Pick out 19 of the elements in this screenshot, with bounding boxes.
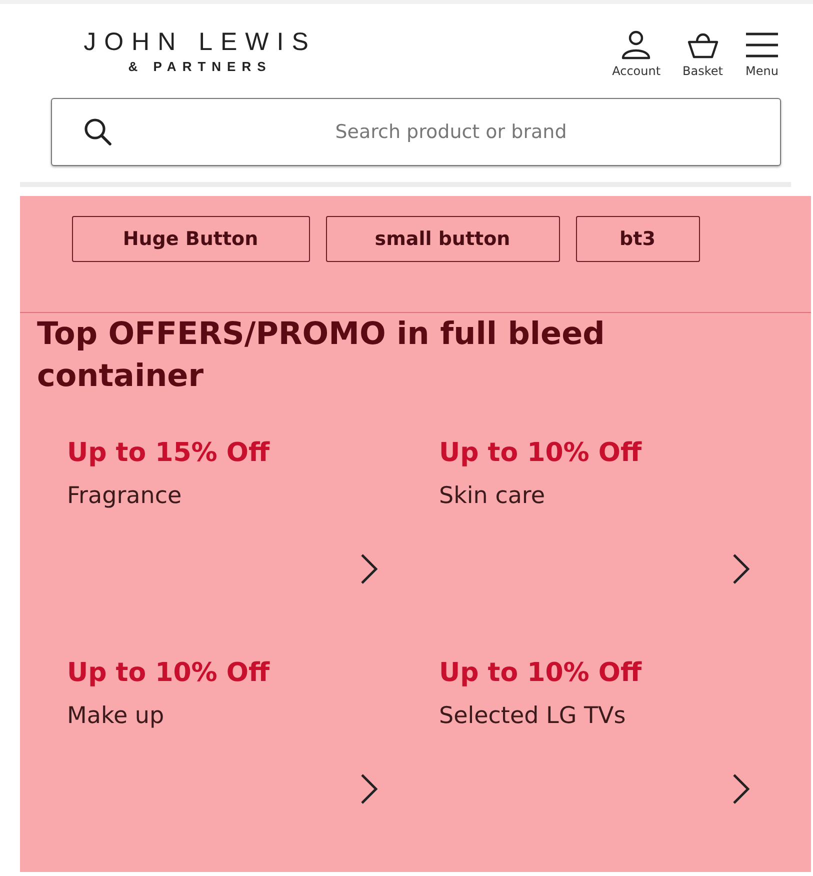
- logo-subtitle: & PARTNERS: [128, 59, 272, 74]
- logo-text[interactable]: JOHN LEWIS: [84, 28, 316, 57]
- menu-button[interactable]: Menu: [745, 30, 779, 78]
- chevron-right-icon[interactable]: [731, 553, 751, 585]
- menu-icon: [745, 30, 779, 60]
- section-heading: Top OFFERS/PROMO in full bleed container: [36, 315, 606, 396]
- chevron-right-icon[interactable]: [359, 773, 379, 805]
- offer-category: Make up: [67, 702, 164, 731]
- outline-button[interactable]: small button: [326, 216, 560, 262]
- offer-category: Skin care: [439, 482, 546, 511]
- offer-category: Fragrance: [67, 482, 182, 511]
- offer-category: Selected LG TVs: [439, 702, 626, 731]
- account-button[interactable]: Account: [612, 30, 661, 78]
- basket-button[interactable]: Basket: [682, 30, 723, 78]
- chevron-right-icon[interactable]: [359, 553, 379, 585]
- chevron-right-icon[interactable]: [731, 773, 751, 805]
- outline-button[interactable]: bt3: [576, 216, 700, 262]
- search-field[interactable]: Search product or brand: [51, 98, 781, 166]
- outline-button[interactable]: Huge Button: [72, 216, 310, 262]
